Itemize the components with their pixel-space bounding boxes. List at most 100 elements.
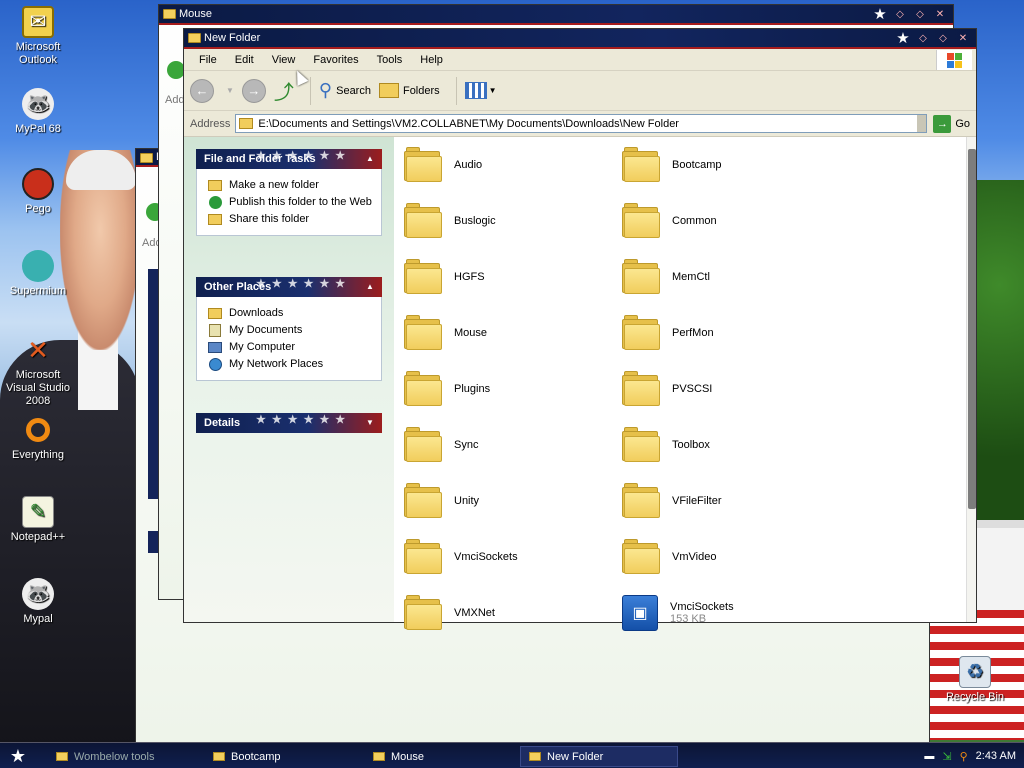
forward-button[interactable]: → [241, 78, 266, 103]
address-dropdown[interactable] [917, 115, 927, 132]
item-name: Mouse [454, 327, 488, 339]
menu-help[interactable]: Help [411, 54, 452, 66]
taskbar-task-mouse[interactable]: Mouse [365, 746, 515, 767]
title-bar[interactable]: Mouse ★ ◇ ◇ ✕ [159, 5, 953, 25]
go-button[interactable]: → Go [933, 114, 970, 133]
folder-item[interactable]: VMXNet [404, 595, 495, 631]
menu-edit[interactable]: Edit [226, 54, 263, 66]
desktop-icon-supermium[interactable]: Supermium [4, 250, 72, 298]
desktop-icon-notepadpp[interactable]: ✎ Notepad++ [4, 496, 72, 544]
folder-item[interactable]: Unity [404, 483, 479, 519]
folder-item[interactable]: VmVideo [622, 539, 716, 575]
new-folder-icon [207, 178, 223, 192]
globe-icon [207, 195, 223, 209]
task-share-folder[interactable]: Share this folder [207, 212, 373, 226]
folder-icon [404, 539, 442, 575]
item-name: MemCtl [672, 271, 710, 283]
menu-file[interactable]: File [190, 54, 226, 66]
folder-icon [622, 259, 660, 295]
maximize-button[interactable]: ◇ [934, 31, 952, 47]
panel-title: File and Folder Tasks [204, 153, 316, 165]
item-size: 153 KB [670, 613, 707, 625]
collapse-icon[interactable]: ▲ [364, 154, 376, 164]
file-item[interactable]: ▣ VmciSockets 153 KB [622, 595, 734, 631]
desktop-icon-label: Recycle Bin [945, 691, 1005, 703]
folder-item[interactable]: Audio [404, 147, 482, 183]
panel-header[interactable]: ★★★★★★ Details ▼ [196, 413, 382, 433]
maximize-button[interactable]: ◇ [911, 7, 929, 23]
desktop-icon-label: Mypal [23, 613, 53, 625]
close-button[interactable]: ✕ [931, 7, 949, 23]
taskbar-task-bootcamp[interactable]: Bootcamp [205, 746, 360, 767]
keyboard-icon[interactable]: ▬ [924, 751, 934, 762]
back-button[interactable]: ← ▼ [190, 78, 234, 103]
task-label: Mouse [391, 750, 425, 763]
desktop-icon-pego[interactable]: Pego [4, 168, 72, 216]
menu-view[interactable]: View [263, 54, 305, 66]
item-name: VMXNet [454, 607, 495, 619]
folder-item[interactable]: Sync [404, 427, 478, 463]
place-downloads[interactable]: Downloads [207, 306, 373, 320]
folder-item[interactable]: PVSCSI [622, 371, 712, 407]
address-input[interactable]: E:\Documents and Settings\VM2.COLLABNET\… [235, 114, 928, 133]
folder-item[interactable]: MemCtl [622, 259, 710, 295]
desktop-icon-recycle-bin[interactable]: ♻ Recycle Bin [940, 656, 1010, 704]
place-my-network[interactable]: My Network Places [207, 357, 373, 371]
taskbar-task-new-folder[interactable]: New Folder [520, 746, 678, 767]
folder-item[interactable]: Bootcamp [622, 147, 722, 183]
toolbar-separator [455, 76, 457, 105]
search-button[interactable]: ⚲ Search [319, 80, 371, 101]
desktop-icon-mypal68[interactable]: 🦝 MyPal 68 [4, 88, 72, 136]
desktop-icon-label: Supermium [9, 285, 67, 297]
views-button[interactable]: ▼ [464, 82, 497, 99]
place-label: My Documents [229, 324, 303, 336]
folder-item[interactable]: PerfMon [622, 315, 714, 351]
desktop-icon-outlook[interactable]: ✉ Microsoft Outlook [4, 6, 72, 67]
place-my-computer[interactable]: My Computer [207, 340, 373, 354]
folder-item[interactable]: Mouse [404, 315, 487, 351]
folder-icon [140, 153, 153, 163]
clock[interactable]: 2:43 AM [976, 750, 1016, 762]
desktop-icon-visual-studio[interactable]: ✕ Microsoft Visual Studio 2008 [4, 334, 72, 408]
desktop-icon-label: Pego [25, 203, 51, 215]
title-bar[interactable]: New Folder ★ ◇ ◇ ✕ [184, 29, 976, 49]
vertical-scrollbar[interactable] [966, 137, 976, 622]
panel-header[interactable]: ★★★★★★ File and Folder Tasks ▲ [196, 149, 382, 169]
task-make-folder[interactable]: Make a new folder [207, 178, 373, 192]
start-button[interactable]: ★ [6, 746, 30, 766]
task-label: Bootcamp [231, 750, 281, 763]
explorer-window[interactable]: New Folder ★ ◇ ◇ ✕ File Edit View Favori… [183, 28, 977, 631]
folder-item[interactable]: VmciSockets [404, 539, 518, 575]
folders-button[interactable]: Folders [378, 83, 440, 98]
folder-item[interactable]: HGFS [404, 259, 485, 295]
folder-item[interactable]: Common [622, 203, 717, 239]
menu-tools[interactable]: Tools [368, 54, 412, 66]
network-tray-icon[interactable]: ⇲ [942, 750, 951, 763]
folder-item[interactable]: VFileFilter [622, 483, 722, 519]
desktop-icon-mypal[interactable]: 🦝 Mypal [4, 578, 72, 626]
place-my-documents[interactable]: My Documents [207, 323, 373, 337]
task-publish-web[interactable]: Publish this folder to the Web [207, 195, 373, 209]
windows-logo-icon [936, 50, 972, 70]
expand-icon[interactable]: ▼ [364, 418, 376, 428]
menu-favorites[interactable]: Favorites [304, 54, 367, 66]
folder-item[interactable]: Plugins [404, 371, 490, 407]
folders-label: Folders [402, 84, 440, 97]
share-folder-icon [207, 212, 223, 226]
address-bar: Address E:\Documents and Settings\VM2.CO… [184, 111, 976, 137]
folder-icon [239, 118, 254, 129]
everything-tray-icon[interactable]: ⚲ [960, 750, 968, 763]
folder-item[interactable]: Buslogic [404, 203, 496, 239]
scrollbar-thumb[interactable] [968, 149, 976, 509]
up-button[interactable]: ⤴ [274, 76, 294, 105]
close-button[interactable]: ✕ [954, 31, 972, 47]
folder-icon [622, 427, 660, 463]
desktop-icon-everything[interactable]: Everything [4, 414, 72, 462]
folder-item[interactable]: Toolbox [622, 427, 710, 463]
collapse-icon[interactable]: ▲ [364, 282, 376, 292]
panel-header[interactable]: ★★★★★★ Other Places ▲ [196, 277, 382, 297]
taskbar-task-tools[interactable]: Wombelow tools [48, 746, 198, 767]
supermium-icon [22, 250, 54, 282]
minimize-button[interactable]: ◇ [914, 31, 932, 47]
minimize-button[interactable]: ◇ [891, 7, 909, 23]
